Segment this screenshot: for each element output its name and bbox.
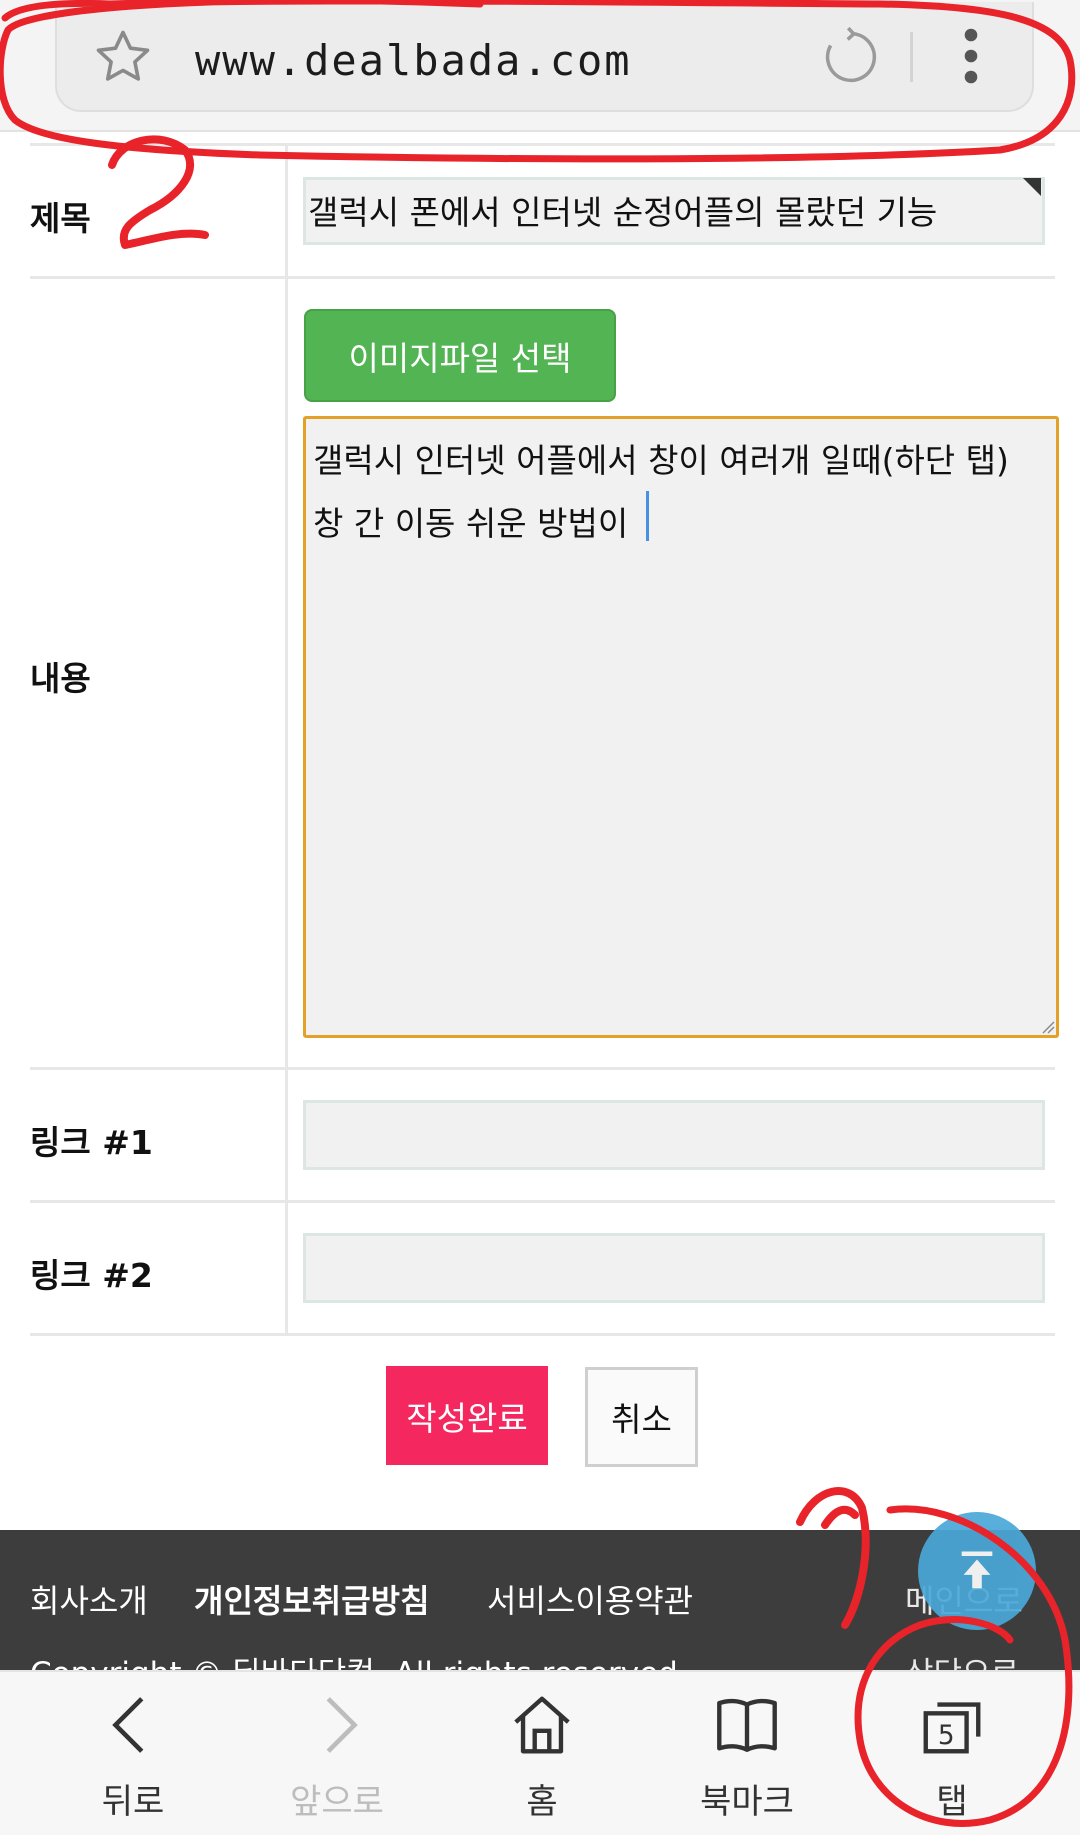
footer-link-privacy[interactable]: 개인정보취급방침 — [194, 1576, 430, 1622]
nav-label: 앞으로 — [290, 1782, 384, 1822]
title-label: 제목 — [30, 199, 91, 238]
cancel-button[interactable]: 취소 — [585, 1367, 698, 1467]
link2-label: 링크 #2 — [30, 1256, 153, 1295]
footer-link-terms[interactable]: 서비스이용약관 — [487, 1576, 693, 1622]
nav-bookmark[interactable]: 북마크 — [672, 1690, 822, 1822]
url-text[interactable]: www.dealbada.com — [195, 36, 632, 85]
content-line[interactable]: 창 간 이동 쉬운 방법이 — [313, 497, 628, 545]
nav-forward[interactable]: 앞으로 — [262, 1690, 412, 1822]
link2-input[interactable] — [303, 1233, 1045, 1303]
footer-link-about[interactable]: 회사소개 — [30, 1576, 148, 1622]
title-input-value[interactable]: 갤럭시 폰에서 인터넷 순정어플의 몰랐던 기능 — [308, 186, 937, 234]
content-line[interactable]: 갤럭시 인터넷 어플에서 창이 여러개 일때(하단 탭) — [313, 434, 1009, 482]
resize-handle-icon[interactable] — [1041, 1020, 1055, 1034]
image-file-select-button[interactable]: 이미지파일 선택 — [304, 309, 616, 402]
tab-count: 5 — [938, 1721, 955, 1751]
chevron-left-icon — [112, 1697, 144, 1753]
text-caret — [646, 491, 649, 541]
form-column-divider — [285, 143, 288, 1333]
bookmark-icon — [717, 1698, 777, 1752]
reload-icon[interactable] — [818, 24, 884, 90]
more-vert-icon[interactable] — [953, 26, 989, 86]
nav-back[interactable]: 뒤로 — [58, 1690, 208, 1822]
chevron-right-icon — [326, 1697, 358, 1753]
link1-label: 링크 #1 — [30, 1123, 153, 1162]
scroll-top-button[interactable] — [918, 1512, 1036, 1630]
content-label: 내용 — [30, 659, 91, 698]
nav-label: 북마크 — [700, 1782, 794, 1822]
form-divider — [30, 1333, 1055, 1336]
form-divider — [30, 1067, 1055, 1070]
input-corner-marker — [1023, 178, 1041, 196]
nav-label: 홈 — [526, 1782, 558, 1822]
arrow-up-icon — [961, 1551, 993, 1589]
annotation-number-2 — [108, 135, 209, 249]
tabs-icon: 5 — [923, 1702, 981, 1754]
link1-input[interactable] — [303, 1100, 1045, 1170]
nav-tabs[interactable]: 5 탭 — [877, 1690, 1027, 1822]
form-divider — [30, 1200, 1055, 1203]
star-icon[interactable] — [92, 26, 154, 88]
form-divider — [30, 276, 1055, 279]
submit-button[interactable]: 작성완료 — [386, 1366, 548, 1465]
home-icon — [514, 1696, 570, 1754]
nav-label: 뒤로 — [101, 1782, 165, 1822]
toolbar-divider — [910, 32, 913, 82]
form-divider — [30, 143, 1055, 146]
nav-label: 탭 — [936, 1782, 968, 1822]
nav-home[interactable]: 홈 — [467, 1690, 617, 1822]
